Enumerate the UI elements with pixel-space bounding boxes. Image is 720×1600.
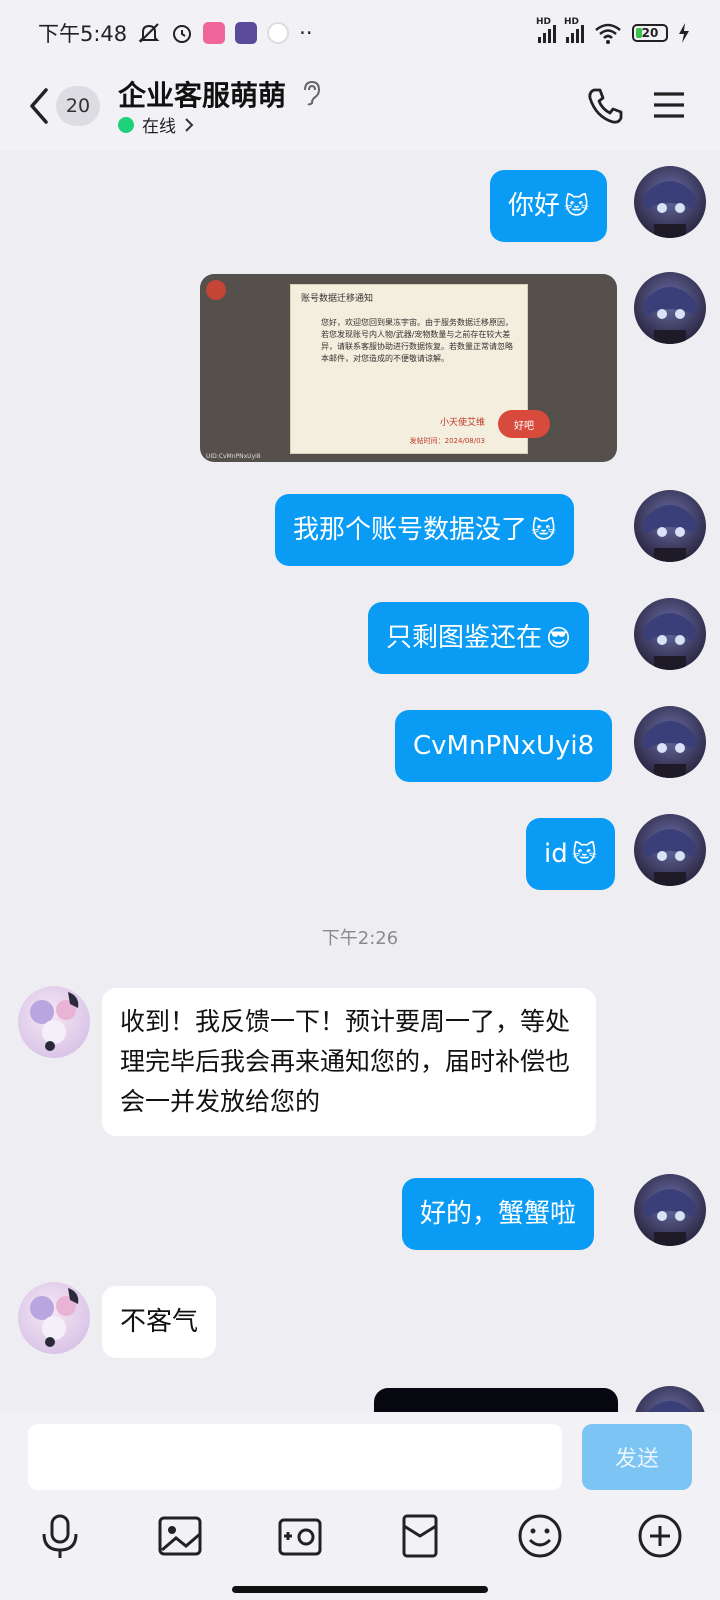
status-time: 下午5:48 xyxy=(38,22,128,46)
chat-messages[interactable]: 你好 🐱 账号数据迁移通知 您好，欢迎您回到果冻宇宙。由于服务数据迁移原因，若您发… xyxy=(0,150,720,1412)
my-message-bubble[interactable]: id 🐱 xyxy=(526,818,615,890)
message-text: 收到！我反馈一下！预计要周一了，等处理完毕后我会再来通知您的，届时补偿也会一并发… xyxy=(120,1007,571,1116)
close-icon xyxy=(206,280,226,300)
message-text: 我那个账号数据没了 xyxy=(293,515,528,545)
notice-date: 发帖时间：2024/08/03 xyxy=(409,437,485,445)
emoji-icon[interactable] xyxy=(516,1512,564,1560)
chat-title[interactable]: 企业客服萌萌 xyxy=(118,74,286,114)
agent-message-bubble[interactable]: 不客气 xyxy=(102,1286,217,1358)
message-text: 不客气 xyxy=(120,1307,199,1337)
sunglasses-emoji: 😎 xyxy=(546,624,572,652)
my-message-bubble[interactable]: 你好 🐱 xyxy=(490,170,608,242)
message-text: 好的，蟹蟹啦 xyxy=(420,1199,577,1229)
message-text: id xyxy=(544,839,568,869)
phone-call-icon[interactable] xyxy=(586,86,624,126)
red-packet-icon[interactable] xyxy=(396,1512,444,1560)
notice-title: 账号数据迁移通知 xyxy=(301,294,374,304)
notice-sign: 小天使艾维 xyxy=(439,418,485,428)
camera-icon[interactable] xyxy=(276,1512,324,1560)
signal-icon: HD xyxy=(536,17,556,43)
menu-icon[interactable] xyxy=(652,90,686,120)
image-uid: UID:CvMnPNxUyi8 xyxy=(206,453,261,460)
my-message-bubble[interactable]: 我那个账号数据没了 🐱 xyxy=(275,494,575,566)
my-avatar[interactable] xyxy=(634,1174,706,1246)
ear-icon xyxy=(304,80,321,106)
online-status[interactable]: 在线 xyxy=(118,112,194,137)
alarm-icon xyxy=(173,25,192,43)
k-app-icon xyxy=(235,22,258,44)
notice-ok-button: 好吧 xyxy=(498,410,550,438)
my-message-bubble[interactable]: 只剩图鉴还在 😎 xyxy=(368,602,590,674)
my-avatar[interactable] xyxy=(634,814,706,886)
notice-body: 您好，欢迎您回到果冻宇宙。由于服务数据迁移原因，若您发现账号内人物/武器/宠物数… xyxy=(321,318,513,363)
signal-icon-2: HD xyxy=(564,17,584,43)
charging-icon xyxy=(679,23,689,43)
home-indicator[interactable] xyxy=(232,1586,488,1593)
chat-header: 20 企业客服萌萌 在线 xyxy=(0,66,720,150)
bilibili-app-icon xyxy=(203,22,226,44)
agent-avatar[interactable] xyxy=(18,1282,90,1354)
image-icon[interactable] xyxy=(156,1512,204,1560)
my-avatar[interactable] xyxy=(634,272,706,344)
my-avatar[interactable] xyxy=(634,706,706,778)
more-notifications: ·· xyxy=(299,21,313,45)
my-avatar[interactable] xyxy=(634,598,706,670)
input-bar: 发送 xyxy=(0,1412,720,1600)
my-avatar[interactable] xyxy=(634,166,706,238)
mute-notification-icon xyxy=(138,23,160,43)
chevron-right-icon xyxy=(185,117,194,132)
agent-avatar[interactable] xyxy=(18,986,90,1058)
battery-icon: 20 xyxy=(632,24,668,42)
screenshot-image-message[interactable]: 账号数据迁移通知 您好，欢迎您回到果冻宇宙。由于服务数据迁移原因，若您发现账号内… xyxy=(200,274,617,462)
online-status-label: 在线 xyxy=(142,117,176,137)
message-timestamp: 下午2:26 xyxy=(321,928,399,949)
hd-label-2: HD xyxy=(564,17,580,27)
image-message-partial[interactable] xyxy=(374,1388,618,1412)
voice-icon[interactable] xyxy=(36,1512,84,1560)
unread-count-badge[interactable]: 20 xyxy=(56,86,100,126)
app-notification-icon xyxy=(267,22,290,44)
my-avatar[interactable] xyxy=(634,1386,706,1412)
send-button[interactable]: 发送 xyxy=(582,1424,692,1490)
message-text: 只剩图鉴还在 xyxy=(386,623,543,653)
battery-level: 20 xyxy=(641,26,659,40)
agent-message-bubble[interactable]: 收到！我反馈一下！预计要周一了，等处理完毕后我会再来通知您的，届时补偿也会一并发… xyxy=(102,988,596,1136)
cat-emoji: 🐱 xyxy=(564,192,590,220)
my-message-bubble[interactable]: CvMnPNxUyi8 xyxy=(395,710,613,782)
notice-panel: 账号数据迁移通知 您好，欢迎您回到果冻宇宙。由于服务数据迁移原因，若您发现账号内… xyxy=(290,284,528,454)
cat-emoji: 🐱 xyxy=(571,840,597,868)
hd-label: HD xyxy=(536,17,552,27)
my-avatar[interactable] xyxy=(634,490,706,562)
status-bar: 下午5:48 ·· HD HD 20 xyxy=(0,0,720,66)
back-arrow-icon[interactable] xyxy=(24,86,54,126)
message-text: 你好 xyxy=(508,191,561,221)
plus-icon[interactable] xyxy=(636,1512,684,1560)
message-input[interactable] xyxy=(28,1424,562,1490)
my-message-bubble[interactable]: 好的，蟹蟹啦 xyxy=(402,1178,595,1250)
online-dot xyxy=(118,116,134,133)
wifi-icon xyxy=(595,23,621,44)
cat-emoji: 🐱 xyxy=(531,516,557,544)
message-text: CvMnPNxUyi8 xyxy=(413,731,595,761)
